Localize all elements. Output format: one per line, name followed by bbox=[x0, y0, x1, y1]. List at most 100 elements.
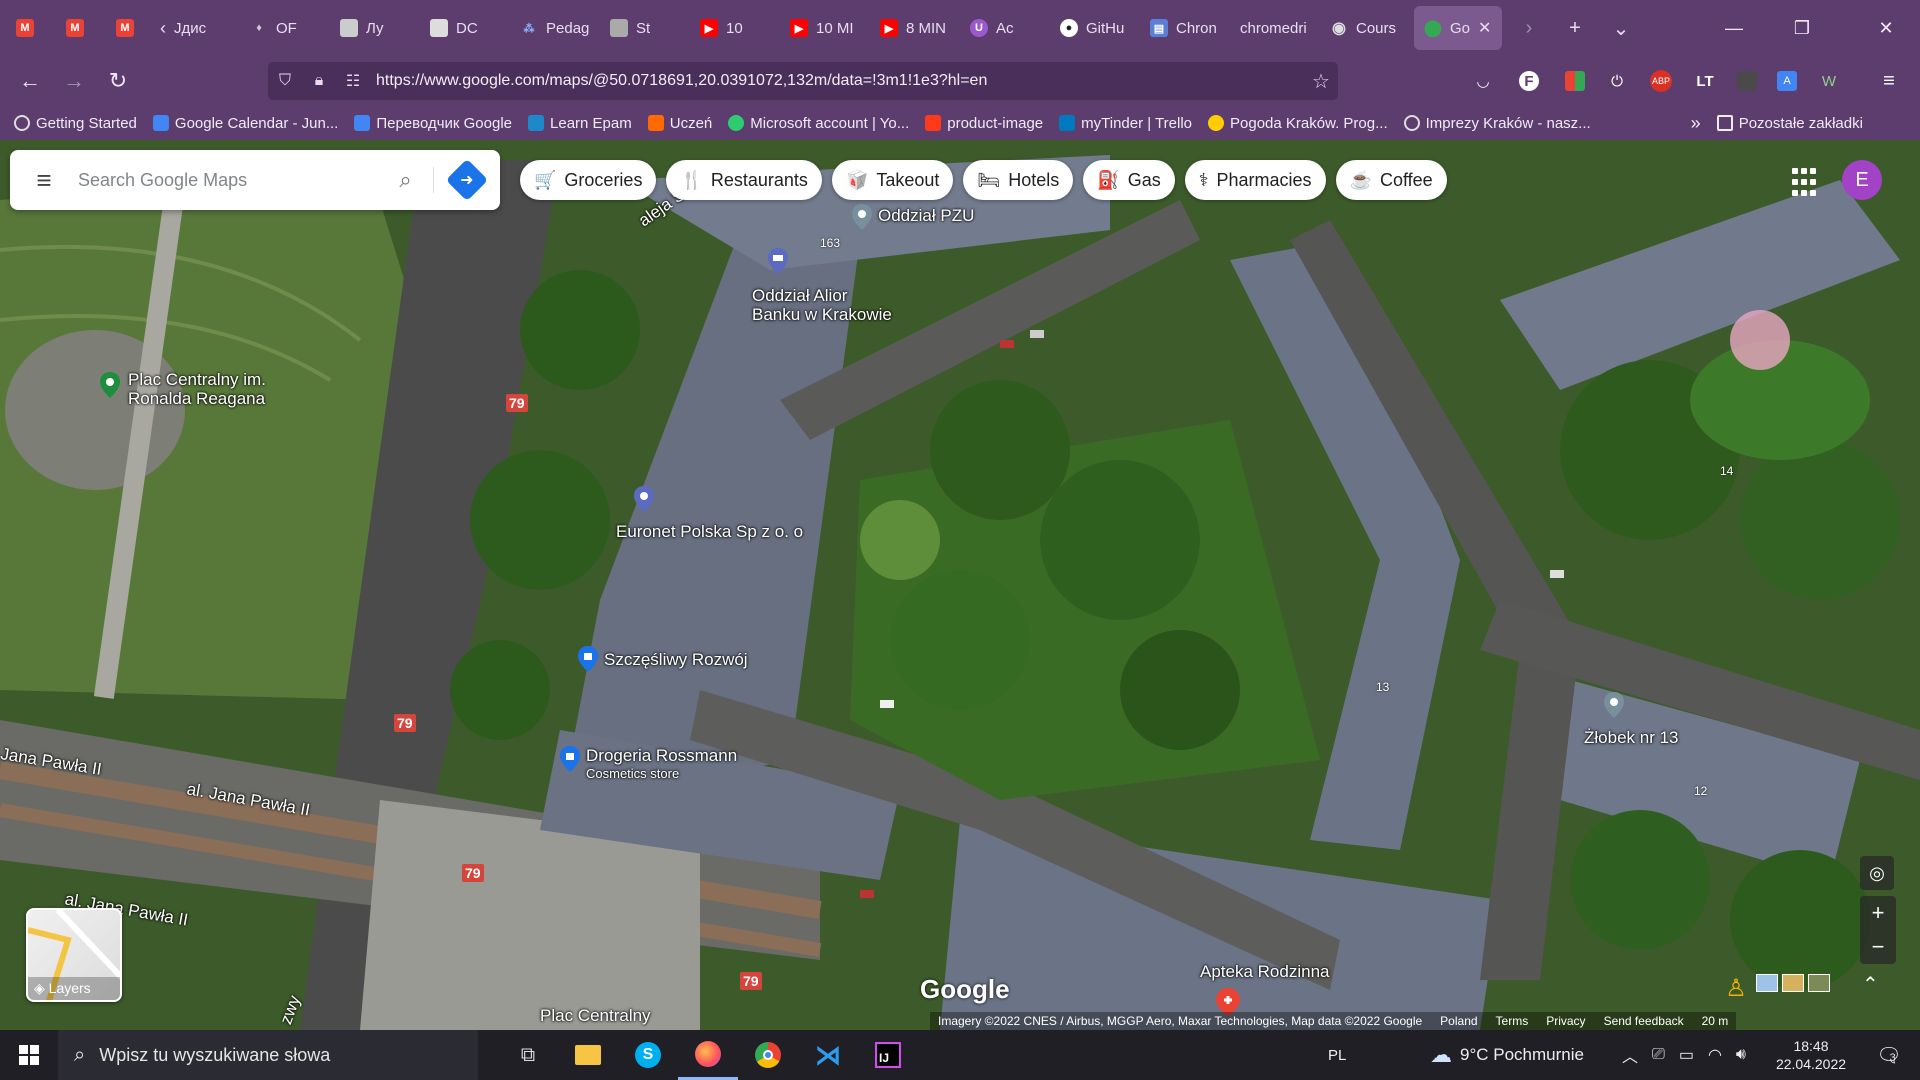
search-input[interactable] bbox=[78, 169, 378, 191]
bookmark-4[interactable]: Uczeń bbox=[647, 115, 712, 132]
thumbnail-satellite[interactable] bbox=[1808, 974, 1830, 992]
menu-icon[interactable]: ≡ bbox=[1872, 64, 1906, 98]
chip-hotels[interactable]: 🛏 Hotels bbox=[963, 160, 1074, 200]
skype-icon[interactable]: S bbox=[618, 1030, 678, 1080]
tab-2[interactable]: M bbox=[100, 6, 150, 50]
tab-5[interactable]: Лу bbox=[330, 6, 420, 50]
star-icon[interactable]: ☆ bbox=[1304, 69, 1338, 94]
tab-8[interactable]: St bbox=[600, 6, 690, 50]
tray-language[interactable]: PL bbox=[1328, 1030, 1346, 1080]
chip-restaurants[interactable]: 🍴 Restaurants bbox=[666, 160, 822, 200]
extension-lt-icon[interactable]: LT bbox=[1688, 64, 1722, 98]
tab-13[interactable]: ● GitHu bbox=[1050, 6, 1140, 50]
euronet-pin-icon[interactable] bbox=[634, 486, 654, 512]
wifi-icon[interactable]: ◠ bbox=[1708, 1045, 1722, 1065]
translate-icon[interactable]: A bbox=[1770, 64, 1804, 98]
tab-7[interactable]: ⁂ Pedag bbox=[510, 6, 600, 50]
directions-button[interactable]: ➜ bbox=[434, 158, 500, 202]
forward-button[interactable]: → bbox=[52, 61, 96, 101]
my-location-button[interactable]: ◎ bbox=[1860, 856, 1894, 890]
taskbar-search[interactable]: ⌕ Wpisz tu wyszukiwane słowa bbox=[58, 1030, 478, 1080]
back-button[interactable]: ← bbox=[8, 61, 52, 101]
other-bookmarks[interactable]: Pozostałe zakładki bbox=[1716, 115, 1863, 132]
thumbnail-map[interactable] bbox=[1756, 974, 1778, 992]
scale-label[interactable]: 20 m bbox=[1702, 1014, 1729, 1028]
send-feedback-link[interactable]: Send feedback bbox=[1604, 1014, 1684, 1028]
tab-16[interactable]: ◉ Cours bbox=[1320, 6, 1410, 50]
bookmark-8[interactable]: Pogoda Kraków. Prog... bbox=[1208, 115, 1388, 132]
tab-14[interactable]: ▤ Chron bbox=[1140, 6, 1230, 50]
new-tab-button[interactable]: + bbox=[1552, 17, 1598, 40]
street-view-pegman-icon[interactable]: ♙ bbox=[1720, 972, 1752, 1004]
close-window-button[interactable]: ✕ bbox=[1852, 0, 1920, 56]
tab-17-active[interactable]: ⬤ Go ✕ bbox=[1414, 6, 1502, 50]
tab-1[interactable]: M bbox=[50, 6, 100, 50]
url-text[interactable]: https://www.google.com/maps/@50.0718691,… bbox=[370, 72, 1304, 90]
label-plac-centralny[interactable]: Plac Centralny im. Ronalda Reagana bbox=[128, 370, 266, 408]
route-badge[interactable]: 79 bbox=[740, 972, 762, 990]
vscode-icon[interactable]: ⋊ bbox=[798, 1030, 858, 1080]
chip-groceries[interactable]: 🛒 Groceries bbox=[520, 160, 657, 200]
bookmark-6[interactable]: product-image bbox=[925, 115, 1043, 132]
google-apps-icon[interactable] bbox=[1792, 168, 1822, 198]
terms-link[interactable]: Terms bbox=[1496, 1014, 1529, 1028]
pharmacy-pin-icon[interactable] bbox=[1216, 988, 1240, 1016]
zoom-out-button[interactable]: − bbox=[1860, 930, 1896, 964]
tab-15[interactable]: chromedri bbox=[1230, 6, 1320, 50]
route-badge[interactable]: 79 bbox=[394, 714, 416, 732]
volume-icon[interactable]: 🔊︎ bbox=[1736, 1046, 1746, 1064]
tab-3[interactable]: ‹ Јдис bbox=[150, 6, 240, 50]
chrome-icon[interactable] bbox=[738, 1030, 798, 1080]
chevron-up-icon[interactable]: ︿ bbox=[1622, 1043, 1638, 1067]
tab-4[interactable]: ♦ OF bbox=[240, 6, 330, 50]
start-button[interactable] bbox=[0, 1030, 58, 1080]
route-badge[interactable]: 79 bbox=[462, 864, 484, 882]
extension-grid-icon[interactable] bbox=[1558, 64, 1592, 98]
store-pin-icon[interactable] bbox=[560, 746, 580, 772]
meet-now-icon[interactable]: ⎚ bbox=[1652, 1046, 1665, 1064]
battery-icon[interactable]: ▭ bbox=[1679, 1045, 1694, 1065]
tab-12[interactable]: U Ac bbox=[960, 6, 1050, 50]
extension-w-icon[interactable]: W bbox=[1812, 64, 1846, 98]
tab-6[interactable]: DC bbox=[420, 6, 510, 50]
extension-blank-icon[interactable] bbox=[1730, 64, 1764, 98]
label-alior-bank[interactable]: Oddział Alior Banku w Krakowie bbox=[752, 286, 892, 324]
search-icon[interactable]: ⌕ bbox=[378, 167, 434, 193]
extension-f-icon[interactable]: F bbox=[1512, 64, 1546, 98]
label-zlobek[interactable]: Żłobek nr 13 bbox=[1584, 728, 1679, 748]
park-pin-icon[interactable] bbox=[100, 372, 120, 398]
chip-pharmacies[interactable]: ⚕ Pharmacies bbox=[1184, 160, 1326, 200]
lock-icon[interactable]: 🔒︎ bbox=[302, 72, 336, 90]
pocket-icon[interactable]: ◡ bbox=[1466, 64, 1500, 98]
label-rossmann[interactable]: Drogeria Rossmann bbox=[586, 746, 737, 766]
tray-weather[interactable]: ☁ 9°C Pochmurnie bbox=[1430, 1030, 1584, 1080]
tab-list-button[interactable]: ⌄ bbox=[1598, 16, 1644, 41]
bookmark-7[interactable]: myTinder | Trello bbox=[1059, 115, 1192, 132]
bookmark-2[interactable]: Переводчик Google bbox=[354, 115, 512, 132]
label-plac-centralny-bottom[interactable]: Plac Centralny bbox=[540, 1006, 651, 1026]
thumbnail-terrain[interactable] bbox=[1782, 974, 1804, 992]
bookmark-9[interactable]: Imprezy Kraków - nasz... bbox=[1403, 115, 1591, 132]
tab-0[interactable]: M bbox=[0, 6, 50, 50]
shield-icon[interactable]: ⛉ bbox=[268, 72, 302, 90]
minimize-button[interactable]: — bbox=[1700, 0, 1768, 56]
map-imagery[interactable] bbox=[0, 140, 1920, 1030]
country-label[interactable]: Poland bbox=[1440, 1014, 1477, 1028]
tab-9[interactable]: ▶ 10 bbox=[690, 6, 780, 50]
reload-button[interactable]: ↻ bbox=[96, 61, 140, 101]
task-view-icon[interactable]: ⧉ bbox=[498, 1030, 558, 1080]
notifications-button[interactable]: 🗨︎ 3 bbox=[1866, 1030, 1906, 1080]
extension-abp-icon[interactable]: ABP bbox=[1644, 64, 1678, 98]
bank-pin-icon[interactable] bbox=[768, 248, 788, 274]
bookmark-3[interactable]: Learn Epam bbox=[528, 115, 632, 132]
close-tab-icon[interactable]: ✕ bbox=[1478, 18, 1491, 38]
route-badge[interactable]: 79 bbox=[506, 394, 528, 412]
chip-coffee[interactable]: ☕ Coffee bbox=[1335, 160, 1447, 200]
tab-11[interactable]: ▶ 8 MIN bbox=[870, 6, 960, 50]
file-explorer-icon[interactable] bbox=[558, 1030, 618, 1080]
tray-clock[interactable]: 18:48 22.04.2022 bbox=[1776, 1030, 1846, 1080]
expand-up-icon[interactable]: ⌃ bbox=[1862, 972, 1879, 997]
bookmarks-overflow-icon[interactable]: » bbox=[1691, 113, 1701, 134]
pzu-pin-icon[interactable] bbox=[852, 204, 872, 230]
power-icon[interactable]: ⏻ bbox=[1600, 64, 1634, 98]
